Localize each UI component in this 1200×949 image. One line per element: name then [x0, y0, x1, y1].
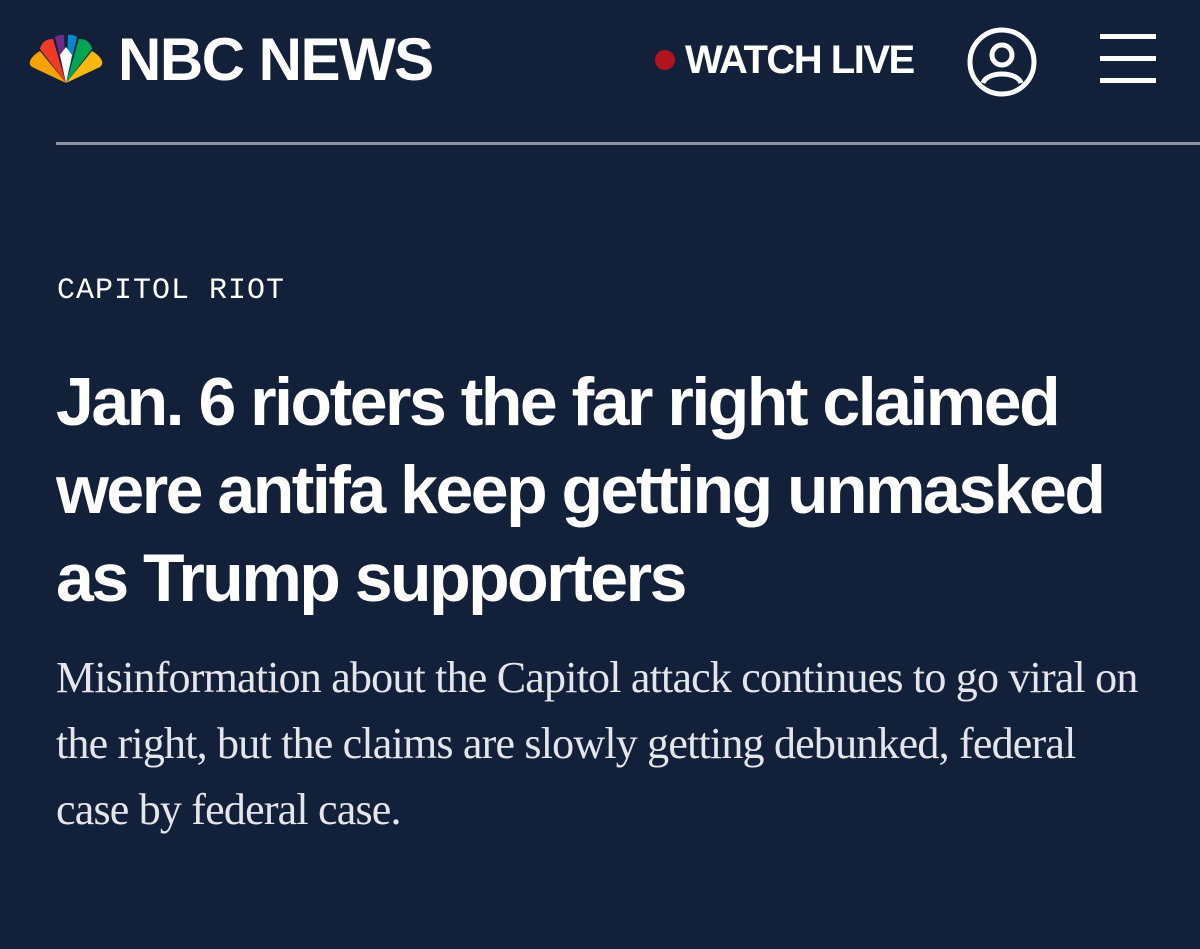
category-link[interactable]: CAPITOL RIOT — [57, 274, 285, 308]
account-icon — [967, 27, 1037, 97]
account-button[interactable] — [966, 26, 1038, 98]
nbc-news-logo-link[interactable]: NBC NEWS — [26, 26, 434, 93]
header-divider — [56, 142, 1200, 145]
hamburger-menu-icon — [1100, 34, 1156, 39]
watch-live-button[interactable]: WATCH LIVE — [655, 37, 915, 82]
hamburger-menu-icon — [1100, 56, 1156, 61]
article-headline: Jan. 6 rioters the far right claimed wer… — [56, 364, 1106, 616]
nbc-peacock-icon — [29, 34, 103, 83]
watch-live-label: WATCH LIVE — [685, 37, 915, 82]
article-dek: Misinformation about the Capitol attack … — [56, 653, 1138, 834]
menu-button[interactable] — [1100, 34, 1158, 86]
site-header: NBC NEWS WATCH LIVE — [0, 0, 1200, 145]
brand-wordmark: NBC NEWS — [118, 26, 434, 93]
hamburger-menu-icon — [1100, 78, 1156, 83]
live-dot-icon — [655, 50, 675, 70]
